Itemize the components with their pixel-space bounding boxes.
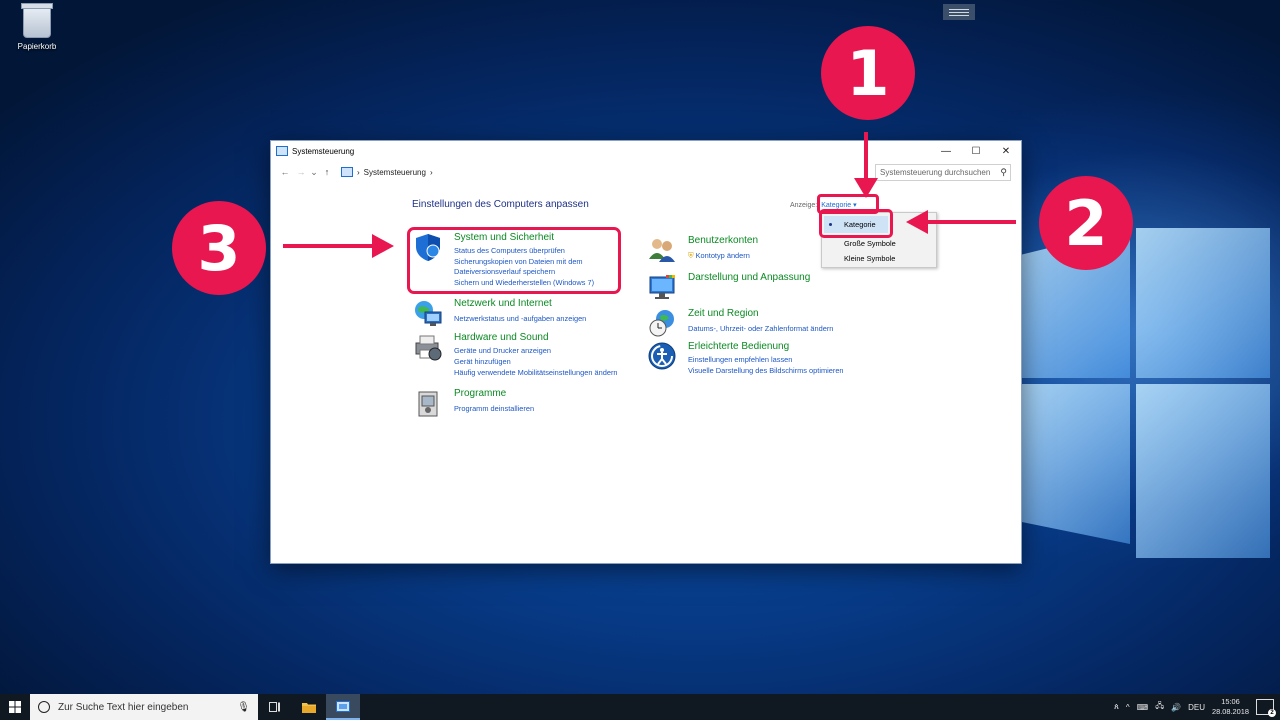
option-large-icons[interactable]: Große Symbole	[844, 239, 896, 248]
up-button[interactable]: ↑	[319, 167, 335, 177]
clock-date: 28.08.2018	[1212, 707, 1249, 716]
step-badge-3: 3	[172, 201, 266, 295]
volume-icon[interactable]: 🔊	[1171, 703, 1181, 712]
language-indicator[interactable]: DEU	[1188, 703, 1205, 712]
task-view-button[interactable]	[258, 694, 292, 720]
close-button[interactable]: ✕	[991, 146, 1021, 157]
notification-count-badge: 2	[1268, 709, 1276, 717]
keyboard-icon[interactable]: ⌨	[1137, 703, 1149, 712]
folder-icon	[302, 702, 316, 713]
control-panel-taskbar-button[interactable]	[326, 694, 360, 720]
taskbar: Zur Suche Text hier eingeben 🎙 ጰ ^ ⌨ 🖧 🔊…	[0, 694, 1280, 720]
task-view-icon	[269, 702, 280, 712]
step-badge-1: 1	[821, 26, 915, 120]
category-title[interactable]: Programme	[454, 388, 506, 399]
back-button[interactable]: ←	[277, 167, 293, 177]
address-trail-chevron[interactable]: ›	[430, 168, 433, 177]
recent-locations-button[interactable]: ⌄	[309, 167, 319, 178]
highlight-system-security	[407, 227, 621, 294]
control-panel-icon	[276, 146, 288, 156]
highlight-kategorie-option	[819, 209, 893, 238]
category-title[interactable]: Erleichterte Bedienung	[688, 341, 789, 352]
recycle-bin-icon	[21, 3, 53, 38]
recycle-bin-label: Papierkorb	[17, 42, 57, 51]
maximize-button[interactable]: ☐	[961, 146, 991, 157]
action-center-button[interactable]: 2	[1256, 699, 1276, 717]
category-title[interactable]: Darstellung und Anpassung	[688, 272, 810, 283]
link-devices-printers[interactable]: Geräte und Drucker anzeigen	[454, 346, 551, 355]
top-pin-bar[interactable]	[943, 4, 975, 20]
windows-logo-wallpaper	[1020, 228, 1270, 558]
navigation-bar: ← → ⌄ ↑ › Systemsteuerung › Systemsteuer…	[271, 161, 1021, 183]
link-date-time-format[interactable]: Datums-, Uhrzeit- oder Zahlenformat ände…	[688, 324, 833, 333]
programs-icon[interactable]	[413, 388, 443, 418]
windows-start-icon	[9, 701, 21, 713]
link-uninstall-program[interactable]: Programm deinstallieren	[454, 404, 534, 413]
search-placeholder: Systemsteuerung durchsuchen	[880, 168, 991, 177]
category-title[interactable]: Zeit und Region	[688, 308, 759, 319]
link-mobility-settings[interactable]: Häufig verwendete Mobilitätseinstellunge…	[454, 368, 618, 377]
link-add-device[interactable]: Gerät hinzufügen	[454, 357, 511, 366]
control-panel-taskbar-icon	[336, 700, 350, 712]
clock-time: 15:06	[1221, 697, 1240, 706]
clock-globe-icon[interactable]	[647, 308, 677, 338]
file-explorer-button[interactable]	[292, 694, 326, 720]
people-icon[interactable]: ጰ	[1114, 702, 1119, 712]
link-network-status[interactable]: Netzwerkstatus und -aufgaben anzeigen	[454, 314, 586, 323]
link-optimize-display[interactable]: Visuelle Darstellung des Bildschirms opt…	[688, 366, 844, 375]
start-button[interactable]	[0, 701, 30, 713]
taskbar-search-input[interactable]: Zur Suche Text hier eingeben 🎙	[30, 694, 258, 720]
title-bar[interactable]: Systemsteuerung — ☐ ✕	[271, 141, 1021, 161]
link-recommend-settings[interactable]: Einstellungen empfehlen lassen	[688, 355, 792, 364]
printer-icon[interactable]	[413, 332, 443, 362]
clock[interactable]: 15:06 28.08.2018	[1212, 697, 1249, 717]
system-tray: ጰ ^ ⌨ 🖧 🔊 DEU 15:06 28.08.2018 2	[1114, 697, 1280, 717]
link-change-account-type[interactable]: ⛨ Kontotyp ändern	[688, 251, 750, 261]
network-icon[interactable]	[413, 298, 443, 328]
option-small-icons[interactable]: Kleine Symbole	[844, 254, 895, 263]
taskbar-search-placeholder: Zur Suche Text hier eingeben	[58, 701, 189, 713]
view-label: Anzeige:	[790, 202, 818, 209]
address-control-panel-icon	[341, 167, 353, 177]
window-title: Systemsteuerung	[292, 146, 355, 156]
page-title: Einstellungen des Computers anpassen	[412, 199, 589, 210]
users-icon[interactable]	[647, 235, 677, 265]
category-title[interactable]: Netzwerk und Internet	[454, 298, 552, 309]
display-icon[interactable]	[647, 272, 677, 302]
uac-shield-icon: ⛨	[688, 251, 694, 260]
accessibility-icon[interactable]	[647, 341, 677, 371]
breadcrumb-control-panel[interactable]: Systemsteuerung	[364, 168, 426, 177]
step-badge-2: 2	[1039, 176, 1133, 270]
address-bar[interactable]: › Systemsteuerung ›	[341, 167, 433, 177]
category-title[interactable]: Hardware und Sound	[454, 332, 549, 343]
category-title[interactable]: Benutzerkonten	[688, 235, 758, 246]
show-hidden-icons-chevron[interactable]: ^	[1126, 703, 1130, 712]
control-panel-window: Systemsteuerung — ☐ ✕ ← → ⌄ ↑ › Systemst…	[270, 140, 1022, 564]
address-separator: ›	[357, 167, 360, 177]
forward-button[interactable]: →	[293, 167, 309, 177]
minimize-button[interactable]: —	[931, 146, 961, 157]
network-tray-icon[interactable]: 🖧	[1155, 700, 1164, 714]
search-icon[interactable]: ⚲	[1000, 167, 1007, 178]
link-label: Kontotyp ändern	[695, 251, 750, 260]
search-input[interactable]: Systemsteuerung durchsuchen ⚲	[875, 164, 1011, 181]
recycle-bin[interactable]: Papierkorb	[14, 3, 60, 51]
cortana-icon	[38, 701, 50, 713]
microphone-icon[interactable]: 🎙	[237, 702, 250, 713]
